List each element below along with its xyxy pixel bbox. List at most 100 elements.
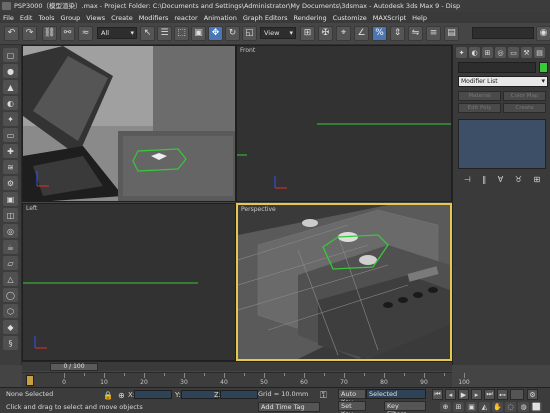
select-and-rotate-icon[interactable]: ↻	[225, 26, 240, 41]
object-name-field[interactable]	[458, 62, 536, 73]
spinner-snap-icon[interactable]: ⇕	[390, 26, 405, 41]
key-mode-icon[interactable]: ⊷	[497, 389, 508, 400]
menu-views[interactable]: Views	[86, 14, 105, 22]
select-link-icon[interactable]: ⛓	[42, 26, 57, 41]
pivot-center-icon[interactable]: ⊞	[300, 26, 315, 41]
redo-icon[interactable]: ↷	[22, 26, 37, 41]
hedra-icon[interactable]: ◆	[3, 320, 18, 334]
track-bar[interactable]: 0 10 20 30 40 50 60 70 80 90 100	[22, 372, 470, 387]
create-button[interactable]: Create	[503, 103, 546, 113]
select-by-name-icon[interactable]: ☰	[157, 26, 172, 41]
field-of-view-icon[interactable]: ◭	[479, 402, 490, 412]
viewport-front[interactable]: Front	[236, 45, 452, 202]
bind-space-warp-icon[interactable]: ≈	[78, 26, 93, 41]
current-frame-field[interactable]	[510, 389, 524, 400]
unlink-icon[interactable]: ⚯	[60, 26, 75, 41]
orbit-icon[interactable]: ◌	[505, 402, 516, 412]
helpers-icon[interactable]: ✚	[3, 144, 18, 158]
modifier-list-dropdown[interactable]: Modifier List	[458, 76, 548, 87]
goto-end-icon[interactable]: ⏭	[484, 389, 495, 400]
space-warps-icon[interactable]: ≋	[3, 160, 18, 174]
zoom-extents-icon[interactable]: ▣	[466, 402, 477, 412]
transform-mode-icon[interactable]: ⊕	[118, 391, 125, 400]
key-filters-button[interactable]: Key Filters...	[384, 401, 426, 413]
viewport-perspective[interactable]: Perspective	[236, 203, 452, 361]
remove-modifier-icon[interactable]: ♉	[515, 175, 522, 184]
pan-icon[interactable]: ✋	[492, 402, 503, 412]
selection-filter-dropdown[interactable]: All	[97, 27, 137, 39]
maximize-viewport-icon[interactable]: ⬜	[531, 402, 542, 412]
select-and-move-icon[interactable]: ✥	[208, 26, 223, 41]
key-icon[interactable]	[26, 375, 34, 386]
window-crossing-icon[interactable]: ▣	[191, 26, 206, 41]
time-slider-track[interactable]: 0 / 100	[22, 361, 452, 371]
cameras-icon[interactable]: ▭	[3, 128, 18, 142]
play-icon[interactable]: ▶	[458, 389, 469, 400]
display-tab-icon[interactable]: ▭	[508, 47, 519, 58]
plane-icon[interactable]: ▱	[3, 256, 18, 270]
create-geometry-icon[interactable]: ▢	[3, 48, 18, 62]
menu-edit[interactable]: Edit	[20, 14, 33, 22]
sphere-icon[interactable]: ●	[3, 64, 18, 78]
box-icon[interactable]: ▣	[3, 192, 18, 206]
menu-group[interactable]: Group	[61, 14, 81, 22]
menu-file[interactable]: File	[3, 14, 14, 22]
percent-snap-icon[interactable]: %	[372, 26, 387, 41]
menu-create[interactable]: Create	[111, 14, 133, 22]
lights-icon[interactable]: ✦	[3, 112, 18, 126]
torus-icon[interactable]: ◎	[3, 224, 18, 238]
zoom-all-icon[interactable]: ⊞	[453, 402, 464, 412]
auto-key-button[interactable]: Auto Key	[338, 389, 366, 406]
menu-animation[interactable]: Animation	[204, 14, 237, 22]
systems-icon[interactable]: ⚙	[3, 176, 18, 190]
pin-stack-icon[interactable]: ⊣	[464, 175, 471, 184]
x-coord-field[interactable]	[134, 390, 172, 399]
cylinder-icon[interactable]: ◫	[3, 208, 18, 222]
menu-maxscript[interactable]: MAXScript	[373, 14, 406, 22]
undo-icon[interactable]: ↶	[4, 26, 19, 41]
configure-sets-icon[interactable]: ⊞	[534, 175, 541, 184]
rect-selection-icon[interactable]: ⬚	[174, 26, 189, 41]
material-button[interactable]: Material	[458, 91, 501, 101]
utilities-tab-icon[interactable]: ⚒	[521, 47, 532, 58]
select-object-icon[interactable]: ↖	[140, 26, 155, 41]
object-color-swatch[interactable]	[539, 62, 548, 73]
cone-icon[interactable]: ▲	[3, 80, 18, 94]
pyramid-icon[interactable]: △	[3, 272, 18, 286]
edit-poly-button[interactable]: Edit Poly	[458, 103, 501, 113]
menu-rendering[interactable]: Rendering	[293, 14, 326, 22]
geosphere-icon[interactable]: ⬡	[3, 304, 18, 318]
tube-icon[interactable]: ◯	[3, 288, 18, 302]
time-config-icon[interactable]: ⚙	[527, 389, 538, 400]
select-and-scale-icon[interactable]: ◱	[242, 26, 257, 41]
add-time-tag-button[interactable]: Add Time Tag	[258, 402, 320, 412]
lock-selection-icon[interactable]: 🔒	[103, 391, 113, 400]
create-tab-icon[interactable]: ✦	[456, 47, 467, 58]
orbit-subobject-icon[interactable]: ◍	[518, 402, 529, 412]
zoom-icon[interactable]: ⊕	[440, 402, 451, 412]
menu-help[interactable]: Help	[412, 14, 427, 22]
menu-tools[interactable]: Tools	[38, 14, 54, 22]
extra-tab-icon[interactable]: ▤	[534, 47, 545, 58]
snap-toggle-icon[interactable]: ⌖	[336, 26, 351, 41]
teapot-icon[interactable]: ☕	[3, 240, 18, 254]
spring-icon[interactable]: §	[3, 336, 18, 350]
angle-snap-icon[interactable]: ∠	[354, 26, 369, 41]
set-key-button[interactable]: Set Key	[338, 401, 366, 413]
menu-reactor[interactable]: reactor	[174, 14, 197, 22]
menu-customize[interactable]: Customize	[333, 14, 367, 22]
align-icon[interactable]: ≡	[426, 26, 441, 41]
make-unique-icon[interactable]: ∀	[498, 175, 503, 184]
material-editor-icon[interactable]: ◉	[536, 26, 550, 41]
viewport-left[interactable]: Left	[22, 203, 236, 361]
layer-manager-icon[interactable]: ▤	[444, 26, 459, 41]
menu-graph-editors[interactable]: Graph Editors	[243, 14, 288, 22]
manipulate-icon[interactable]: ✠	[318, 26, 333, 41]
z-coord-field[interactable]	[220, 390, 258, 399]
key-mode-dropdown[interactable]: Selected	[366, 389, 426, 399]
time-slider[interactable]: 0 / 100	[50, 363, 98, 371]
viewport-top[interactable]	[22, 45, 236, 202]
modifier-stack[interactable]	[458, 119, 546, 169]
previous-frame-icon[interactable]: ◂	[445, 389, 456, 400]
mirror-icon[interactable]: ⇋	[408, 26, 423, 41]
